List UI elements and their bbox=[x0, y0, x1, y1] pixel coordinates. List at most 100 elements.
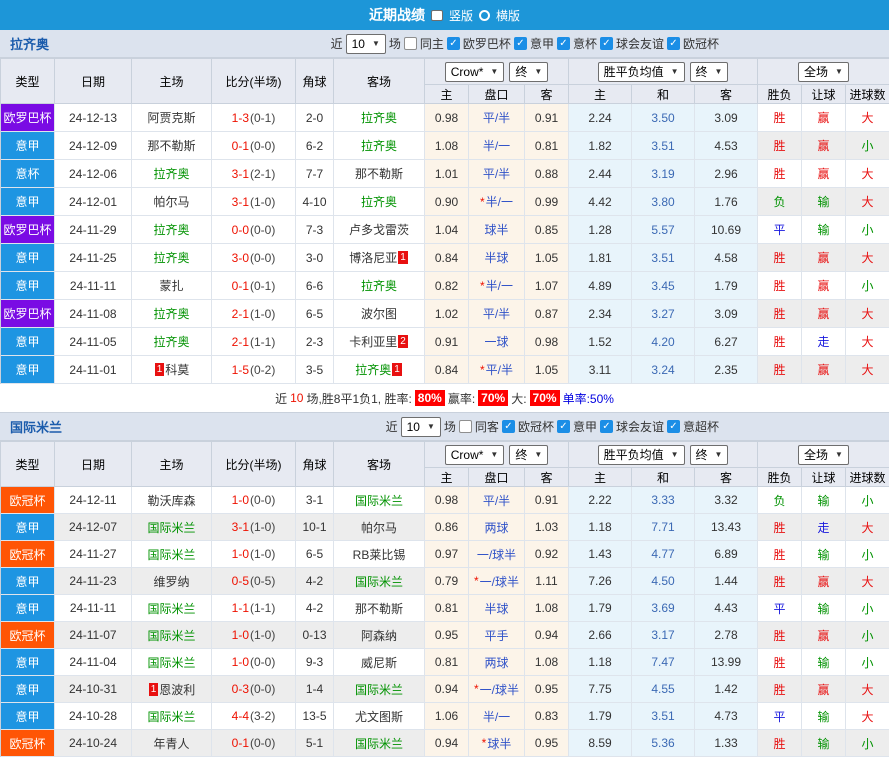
home-team[interactable]: 阿贾克斯 bbox=[147, 109, 195, 126]
away-team[interactable]: 国际米兰 bbox=[355, 492, 403, 509]
horizontal-layout-label[interactable]: 横版 bbox=[496, 7, 520, 24]
bookmaker-select[interactable]: Crow* ▼ bbox=[444, 444, 505, 465]
avg-home-odds: 1.82 bbox=[569, 132, 632, 160]
league-filter-checkbox[interactable]: ✓ bbox=[599, 420, 613, 433]
horizontal-layout-radio[interactable] bbox=[479, 9, 490, 21]
home-team[interactable]: 那不勒斯 bbox=[147, 137, 195, 154]
away-team[interactable]: 波尔图 bbox=[361, 305, 397, 322]
avg-type-select[interactable]: 胜平负均值 ▼ bbox=[597, 61, 685, 82]
time-select[interactable]: 终 ▼ bbox=[689, 444, 729, 465]
home-team[interactable]: 拉齐奥 bbox=[153, 305, 189, 322]
time-select[interactable]: 终 ▼ bbox=[509, 444, 549, 465]
home-team-cell: 拉齐奥 bbox=[132, 300, 212, 328]
away-team[interactable]: 拉齐奥 bbox=[361, 193, 397, 210]
away-team[interactable]: 国际米兰 bbox=[355, 681, 403, 698]
home-team[interactable]: 国际米兰 bbox=[147, 654, 195, 671]
league-filter-checkbox[interactable]: ✓ bbox=[666, 37, 680, 50]
time-select-value: 终 bbox=[515, 65, 528, 79]
column-header: 日期 bbox=[55, 59, 132, 104]
home-team[interactable]: 恩波利 bbox=[159, 681, 195, 698]
away-team[interactable]: 国际米兰 bbox=[355, 735, 403, 752]
time-select[interactable]: 终 ▼ bbox=[689, 61, 729, 82]
home-team[interactable]: 蒙扎 bbox=[159, 277, 183, 294]
league-filter-checkbox[interactable]: ✓ bbox=[446, 37, 460, 50]
league-filter-checkbox[interactable]: ✓ bbox=[556, 420, 570, 433]
avg-type-select-value: 胜平负均值 bbox=[603, 448, 664, 462]
handicap-result: 赢 bbox=[802, 244, 846, 272]
avg-away-odds: 1.76 bbox=[695, 188, 758, 216]
halftime-score: (0-0) bbox=[250, 736, 276, 750]
scope-select[interactable]: 全场 ▼ bbox=[798, 444, 849, 465]
home-team[interactable]: 国际米兰 bbox=[147, 519, 195, 536]
home-team[interactable]: 科莫 bbox=[165, 361, 189, 378]
away-team[interactable]: 那不勒斯 bbox=[355, 165, 403, 182]
home-team[interactable]: 维罗纳 bbox=[153, 573, 189, 590]
league-filter-checkbox[interactable]: ✓ bbox=[666, 420, 680, 433]
goals-result: 大 bbox=[846, 514, 889, 541]
handicap-value: 两球 bbox=[484, 655, 509, 670]
same-venue-checkbox[interactable] bbox=[458, 420, 472, 433]
avg-draw-odds: 3.50 bbox=[632, 104, 695, 132]
match-count-select[interactable]: 10 ▼ bbox=[345, 33, 386, 54]
league-filter-checkbox[interactable]: ✓ bbox=[513, 37, 527, 50]
league-filter-checkbox[interactable]: ✓ bbox=[556, 37, 570, 50]
league-type-badge: 意甲 bbox=[1, 132, 55, 160]
away-team[interactable]: 国际米兰 bbox=[355, 573, 403, 590]
goals-result: 小 bbox=[846, 595, 889, 622]
away-team[interactable]: 拉齐奥 bbox=[361, 137, 397, 154]
away-team[interactable]: 尤文图斯 bbox=[355, 708, 403, 725]
vertical-layout-radio[interactable] bbox=[430, 9, 443, 21]
home-team[interactable]: 拉齐奥 bbox=[153, 249, 189, 266]
handicap-result: 赢 bbox=[802, 160, 846, 188]
goals-result: 大 bbox=[846, 244, 889, 272]
home-team[interactable]: 勒沃库森 bbox=[147, 492, 195, 509]
home-team[interactable]: 年青人 bbox=[153, 735, 189, 752]
league-filter-label: 意杯 bbox=[572, 37, 597, 51]
vertical-layout-label[interactable]: 竖版 bbox=[449, 7, 473, 24]
match-count-select[interactable]: 10 ▼ bbox=[400, 416, 441, 437]
away-team[interactable]: 拉齐奥 bbox=[361, 277, 397, 294]
handicap-cell: 两球 bbox=[469, 514, 525, 541]
page-title: 近期战绩 bbox=[368, 7, 425, 23]
home-team[interactable]: 拉齐奥 bbox=[153, 333, 189, 350]
near-label: 近 bbox=[330, 37, 343, 51]
column-header: 比分(半场) bbox=[212, 59, 296, 104]
away-team[interactable]: 卡利亚里 bbox=[349, 333, 397, 350]
league-filter-checkbox[interactable]: ✓ bbox=[599, 37, 613, 50]
match-date: 24-11-23 bbox=[55, 568, 132, 595]
handicap-value: 平/半 bbox=[482, 307, 511, 321]
score-cell: 3-0 (0-0) bbox=[212, 244, 296, 272]
home-team[interactable]: 国际米兰 bbox=[147, 546, 195, 563]
away-team[interactable]: 博洛尼亚 bbox=[349, 249, 397, 266]
away-team[interactable]: 阿森纳 bbox=[361, 627, 397, 644]
home-team[interactable]: 拉齐奥 bbox=[153, 221, 189, 238]
away-team[interactable]: 那不勒斯 bbox=[355, 600, 403, 617]
league-filter-checkbox[interactable]: ✓ bbox=[501, 420, 515, 433]
home-team[interactable]: 拉齐奥 bbox=[153, 165, 189, 182]
scope-select[interactable]: 全场 ▼ bbox=[798, 61, 849, 82]
home-team[interactable]: 国际米兰 bbox=[147, 708, 195, 725]
away-team[interactable]: RB莱比锡 bbox=[353, 546, 406, 563]
halftime-score: (0-5) bbox=[250, 574, 276, 588]
away-team[interactable]: 威尼斯 bbox=[361, 654, 397, 671]
away-team[interactable]: 卢多戈雷茨 bbox=[349, 221, 409, 238]
avg-away-odds: 4.53 bbox=[695, 132, 758, 160]
away-team[interactable]: 拉齐奥 bbox=[355, 361, 391, 378]
corner-score: 6-2 bbox=[296, 132, 334, 160]
home-team[interactable]: 帕尔马 bbox=[153, 193, 189, 210]
avg-home-odds: 1.28 bbox=[569, 216, 632, 244]
away-team-cell: 国际米兰 bbox=[334, 676, 425, 703]
column-header: 日期 bbox=[55, 442, 132, 487]
home-team[interactable]: 国际米兰 bbox=[147, 600, 195, 617]
away-team-cell: 威尼斯 bbox=[334, 649, 425, 676]
team-name: 拉齐奥 bbox=[10, 37, 50, 52]
same-venue-checkbox[interactable] bbox=[403, 37, 417, 50]
league-filter-label: 意甲 bbox=[572, 420, 597, 434]
away-team[interactable]: 拉齐奥 bbox=[361, 109, 397, 126]
time-select[interactable]: 终 ▼ bbox=[509, 61, 549, 82]
avg-type-select[interactable]: 胜平负均值 ▼ bbox=[597, 444, 685, 465]
handicap-cell: * 一/球半 bbox=[469, 676, 525, 703]
away-team[interactable]: 帕尔马 bbox=[361, 519, 397, 536]
home-team[interactable]: 国际米兰 bbox=[147, 627, 195, 644]
bookmaker-select[interactable]: Crow* ▼ bbox=[444, 61, 505, 82]
